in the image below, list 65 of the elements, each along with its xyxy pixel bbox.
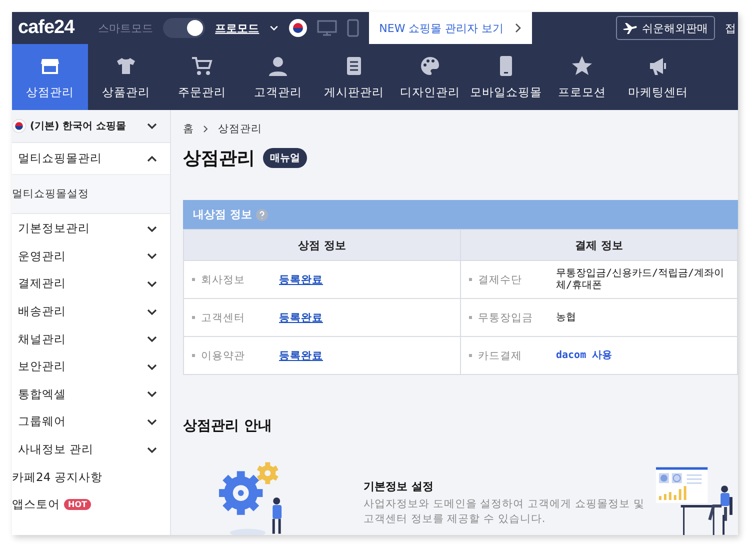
- shop-selector[interactable]: (기본) 한국어 쇼핑몰: [12, 110, 170, 143]
- field-label: 고객센터: [201, 310, 246, 324]
- nav-tab[interactable]: 주문관리: [164, 44, 240, 110]
- guide-description: 사업자정보와 도메인을 설정하여 고객에게 쇼핑몰정보 및 고객센터 정보를 제공할 수 있습니다.: [364, 496, 646, 527]
- status-link[interactable]: 등록완료: [279, 272, 323, 286]
- caret-icon[interactable]: [269, 23, 280, 33]
- nav-tab[interactable]: 상품관리: [88, 44, 164, 110]
- column-header: 상점 정보: [184, 230, 460, 260]
- sidebar-label: 결제관리: [18, 276, 66, 292]
- page-title: 상점관리: [183, 147, 255, 170]
- field-label: 카드결제: [478, 348, 523, 362]
- field-value: dacom 사용: [556, 350, 612, 362]
- new-admin-button[interactable]: NEW 쇼핑몰 관리자 보기: [369, 12, 532, 44]
- field-value: 농협: [556, 312, 576, 324]
- sidebar-label: 채널관리: [18, 332, 66, 347]
- sidebar-subitem[interactable]: 멀티쇼핑몰설정: [12, 175, 170, 214]
- person-icon: [267, 54, 289, 76]
- chevron-icon: [202, 125, 210, 133]
- star-icon: [571, 54, 593, 76]
- airplane-icon: [623, 22, 637, 34]
- nav-tab[interactable]: 마케팅센터: [620, 44, 696, 110]
- overseas-sales-button[interactable]: 쉬운해외판매: [616, 16, 715, 40]
- sidebar-label: 운영관리: [18, 248, 66, 264]
- sidebar-label: 기본정보관리: [18, 221, 90, 236]
- nav-tab[interactable]: 프로모션: [544, 44, 620, 110]
- column-header: 결제 정보: [460, 230, 738, 260]
- cut-off-text[interactable]: 접: [725, 20, 736, 36]
- sidebar-label: 통합엑셀: [18, 386, 66, 402]
- sidebar-label: 보안관리: [18, 359, 66, 374]
- flag-icon[interactable]: [289, 19, 308, 37]
- breadcrumb-link[interactable]: 상점관리: [218, 122, 262, 136]
- sidebar-label: 사내정보 관리: [18, 442, 94, 458]
- field-label: 이용약관: [201, 348, 246, 362]
- sidebar-link[interactable]: 앱스토어: [12, 497, 60, 512]
- chevron-right-icon: [514, 23, 522, 33]
- nav-tab[interactable]: 상점관리: [12, 44, 88, 110]
- nav-tab[interactable]: 디자인관리: [392, 44, 468, 110]
- breadcrumb-link[interactable]: 홈: [183, 122, 194, 136]
- cart-icon: [191, 54, 213, 76]
- sidebar-label: 배송관리: [18, 304, 66, 320]
- field-value: 무통장입금/신용카드/적립금/계좌이체/휴대폰: [556, 268, 726, 292]
- section-title: 내상점 정보: [193, 207, 252, 222]
- field-label: 무통장입금: [478, 310, 534, 324]
- cafe24-logo[interactable]: cafe24: [18, 17, 74, 39]
- sidebar-link[interactable]: 카페24 공지사항: [12, 470, 102, 485]
- palette-icon: [419, 54, 441, 76]
- phone-icon[interactable]: [347, 19, 360, 37]
- monitor-icon[interactable]: [317, 20, 338, 36]
- nav-tab[interactable]: 고객관리: [240, 44, 316, 110]
- status-link[interactable]: 등록완료: [279, 310, 323, 324]
- nav-tab[interactable]: 모바일쇼핑몰: [468, 44, 544, 110]
- manual-button[interactable]: 매뉴얼: [263, 148, 307, 168]
- nav-tab[interactable]: 게시판관리: [316, 44, 392, 110]
- section-title: 상점관리 안내: [183, 417, 273, 435]
- pro-mode-label[interactable]: 프로모드: [215, 20, 260, 36]
- hot-badge: HOT: [64, 499, 91, 510]
- guide-title: 기본정보 설정: [364, 478, 434, 494]
- sidebar-label: 그룹웨어: [18, 414, 66, 430]
- field-label: 회사정보: [201, 272, 246, 286]
- status-link[interactable]: 등록완료: [279, 348, 323, 362]
- mode-label: 스마트모드: [98, 20, 154, 36]
- sidebar-label: 멀티쇼핑몰관리: [18, 151, 102, 166]
- mode-toggle[interactable]: [163, 18, 206, 38]
- field-label: 결제수단: [478, 272, 523, 286]
- flag-icon: [12, 119, 26, 133]
